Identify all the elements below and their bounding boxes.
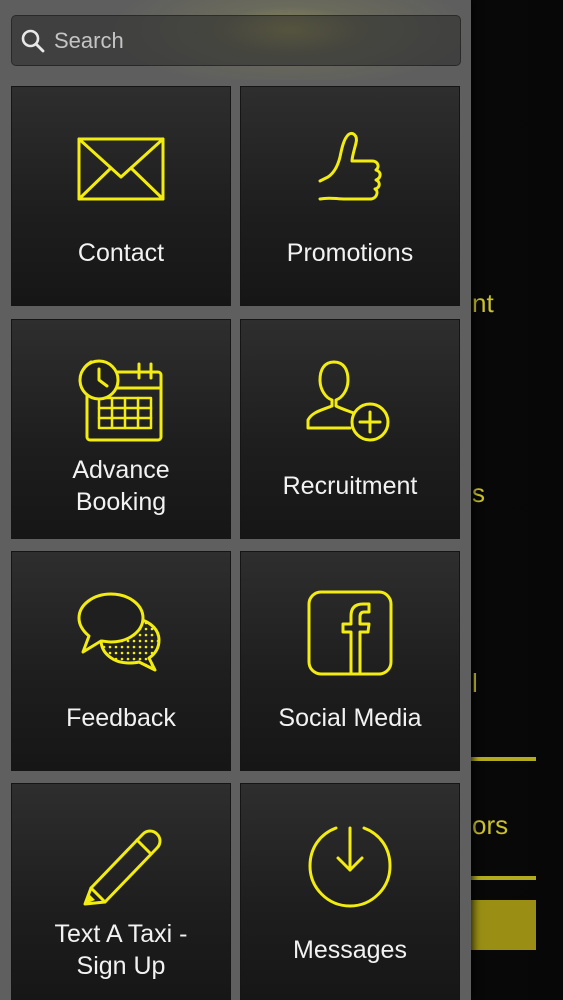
envelope-icon xyxy=(77,137,165,201)
download-circle-icon xyxy=(308,826,392,908)
recruitment-label: Recruitment xyxy=(282,472,418,500)
add-user-icon xyxy=(306,360,390,442)
messages-label: Messages xyxy=(293,936,407,964)
background-text-fragment: ors xyxy=(472,810,509,840)
feedback-tile[interactable]: Feedback xyxy=(11,551,231,771)
facebook-icon xyxy=(307,590,393,676)
promotions-tile[interactable]: Promotions xyxy=(240,86,460,306)
text-a-taxi-tile[interactable]: Text A Taxi - Sign Up xyxy=(11,783,231,1000)
background-divider xyxy=(470,757,536,761)
background-text-fragment: s xyxy=(472,478,485,508)
search-icon xyxy=(21,29,45,52)
background-divider xyxy=(470,876,536,880)
background-button xyxy=(470,900,536,950)
promotions-label: Promotions xyxy=(286,239,414,267)
clock-calendar-icon xyxy=(78,359,163,442)
search-bar[interactable] xyxy=(11,15,461,66)
text-a-taxi-label-line2: Sign Up xyxy=(76,952,166,980)
pencil-icon xyxy=(83,829,162,906)
chat-bubbles-icon xyxy=(77,592,161,672)
side-drawer: Contact Promotions Advance Booking xyxy=(0,0,471,1000)
text-a-taxi-label-line1: Text A Taxi - xyxy=(54,920,188,948)
thumbs-up-icon xyxy=(318,131,382,201)
advance-booking-label-line2: Booking xyxy=(75,488,167,516)
social-media-tile[interactable]: Social Media xyxy=(240,551,460,771)
feedback-label: Feedback xyxy=(66,704,176,732)
search-input[interactable] xyxy=(52,26,436,55)
advance-booking-tile[interactable]: Advance Booking xyxy=(11,319,231,539)
recruitment-tile[interactable]: Recruitment xyxy=(240,319,460,539)
contact-label: Contact xyxy=(77,239,165,267)
messages-tile[interactable]: Messages xyxy=(240,783,460,1000)
contact-tile[interactable]: Contact xyxy=(11,86,231,306)
background-text-fragment: nt xyxy=(472,288,494,318)
advance-booking-label-line1: Advance xyxy=(72,456,170,484)
social-media-label: Social Media xyxy=(278,704,422,732)
background-text-fragment: l xyxy=(472,668,478,698)
